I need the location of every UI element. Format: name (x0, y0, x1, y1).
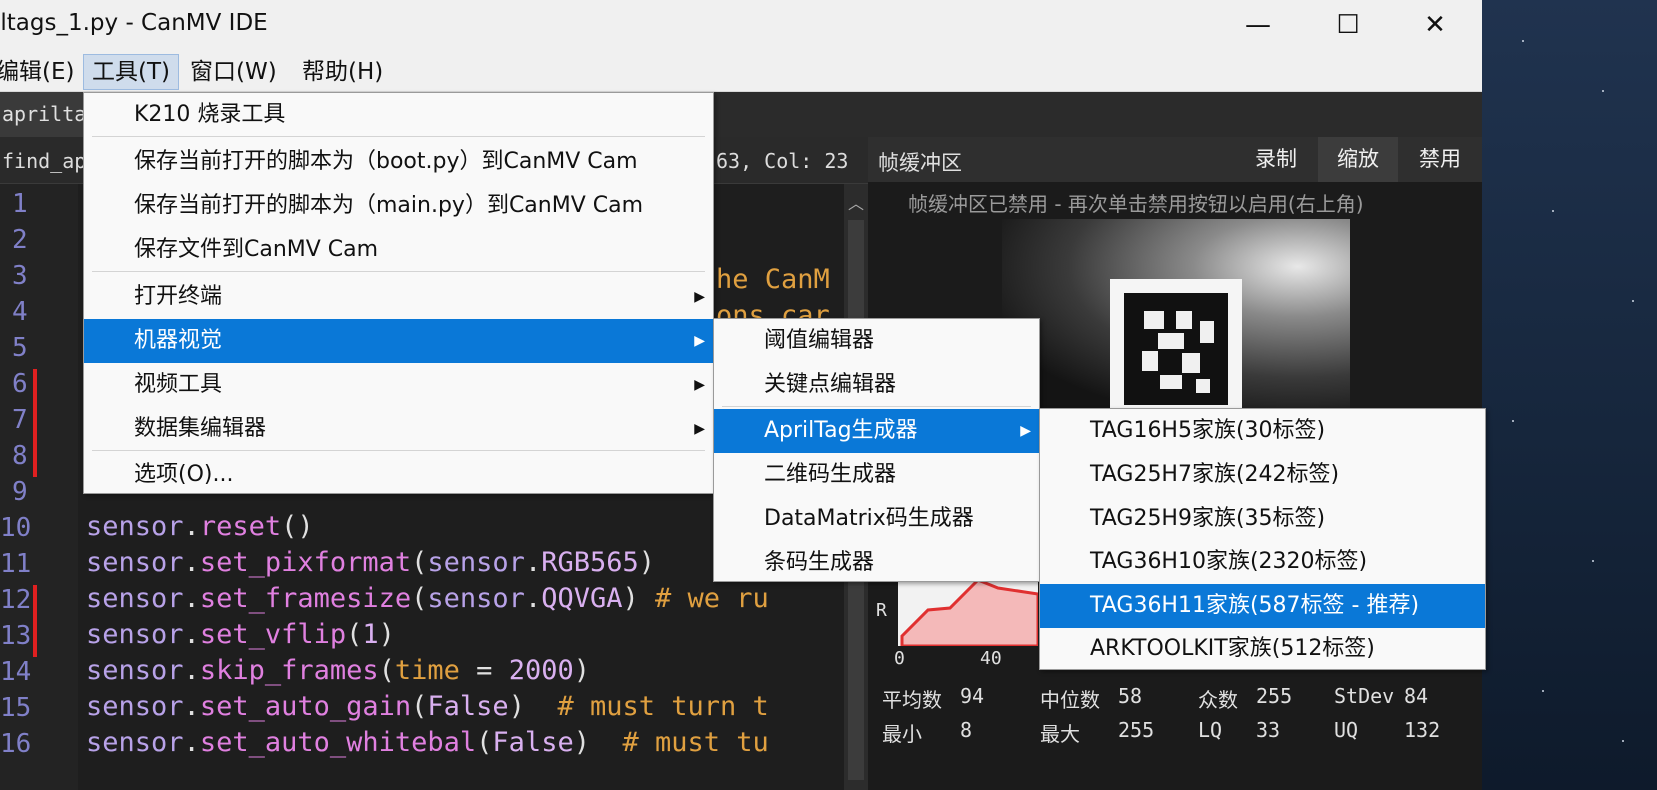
line-number: 8 (12, 441, 28, 471)
stat-max-label: 最大 (1040, 722, 1080, 746)
framebuffer-header: 帧缓冲区 录制 缩放 禁用 (868, 137, 1482, 182)
stat-min-value: 8 (960, 718, 973, 742)
code-fragment: he CanM (716, 264, 830, 295)
menu-item-keypoints-editor[interactable]: 关键点编辑器 (714, 363, 1039, 407)
line-number: 15 (0, 693, 32, 723)
record-button[interactable]: 录制 (1240, 137, 1312, 182)
tab-apriltags[interactable]: apriltag (0, 92, 86, 137)
window-title: iltags_1.py - CanMV IDE (0, 10, 268, 36)
code-line[interactable]: sensor.set_vflip(1) (86, 619, 395, 650)
menu-item-save-main[interactable]: 保存当前打开的脚本为（main.py）到CanMV Cam (84, 184, 713, 228)
stat-mean-label: 平均数 (882, 688, 942, 712)
scroll-up-icon[interactable]: ︿ (848, 190, 864, 214)
menu-item-qrcode-generator[interactable]: 二维码生成器 (714, 453, 1039, 497)
histogram-axis-tick: 40 (980, 648, 1002, 669)
stat-lq-value: 33 (1256, 718, 1281, 742)
line-number: 2 (12, 225, 28, 255)
submenu-arrow-icon: ▶ (694, 333, 705, 349)
close-button[interactable]: ✕ (1390, 0, 1480, 50)
menu-item-tag36h11[interactable]: TAG36H11家族(587标签 - 推荐) (1040, 584, 1485, 628)
histogram-axis-tick: 0 (894, 648, 905, 669)
menu-item-video-tools[interactable]: 视频工具 ▶ (84, 363, 713, 407)
title-bar: iltags_1.py - CanMV IDE ✕ ☐ — (0, 0, 1482, 50)
submenu-arrow-icon: ▶ (694, 421, 705, 437)
menu-item-dataset-editor[interactable]: 数据集编辑器 ▶ (84, 407, 713, 451)
line-number: 6 (12, 369, 28, 399)
tools-menu: K210 烧录工具 保存当前打开的脚本为（boot.py）到CanMV Cam … (83, 92, 714, 494)
code-line[interactable]: sensor.set_pixformat(sensor.RGB565) (86, 547, 655, 578)
line-number: 11 (0, 549, 32, 579)
code-line[interactable]: sensor.skip_frames(time = 2000) (86, 655, 590, 686)
stat-lq-label: LQ (1198, 718, 1223, 742)
cursor-position: 63, Col: 23 (716, 149, 849, 173)
stat-median-value: 58 (1118, 684, 1143, 708)
stat-max-value: 255 (1118, 718, 1155, 742)
maximize-icon: ☐ (1336, 10, 1360, 40)
submenu-arrow-icon: ▶ (694, 289, 705, 305)
line-number: 14 (0, 657, 32, 687)
stat-uq-label: UQ (1334, 718, 1359, 742)
close-icon: ✕ (1424, 10, 1446, 40)
menu-tools[interactable]: 工具(T) (83, 54, 179, 90)
line-number: 9 (12, 477, 28, 507)
menu-edit[interactable]: 编辑(E) (0, 54, 82, 90)
stat-mean-value: 94 (960, 684, 985, 708)
desktop-background (1482, 0, 1657, 790)
line-number: 3 (12, 261, 28, 291)
camera-frame-image (1002, 219, 1350, 419)
apriltag-image (1110, 279, 1242, 419)
menu-bar: 编辑(E) 工具(T) 窗口(W) 帮助(H) (0, 50, 1482, 92)
stat-min-label: 最小 (882, 722, 922, 746)
menu-item-datamatrix-generator[interactable]: DataMatrix码生成器 (714, 497, 1039, 541)
menu-window[interactable]: 窗口(W) (182, 54, 285, 90)
menu-item-tag16h5[interactable]: TAG16H5家族(30标签) (1040, 409, 1485, 453)
menu-item-threshold-editor[interactable]: 阈值编辑器 (714, 319, 1039, 363)
apriltag-family-menu: TAG16H5家族(30标签) TAG25H7家族(242标签) TAG25H9… (1039, 408, 1486, 670)
line-number: 7 (12, 405, 28, 435)
disable-button[interactable]: 禁用 (1404, 137, 1476, 182)
submenu-arrow-icon: ▶ (694, 377, 705, 393)
menu-item-open-terminal[interactable]: 打开终端 ▶ (84, 275, 713, 319)
code-line[interactable]: sensor.set_auto_whitebal(False) # must t… (86, 727, 769, 758)
code-line[interactable]: sensor.reset() (86, 511, 314, 542)
menu-item-options[interactable]: 选项(O)... (84, 453, 713, 497)
modified-line-marker (33, 585, 37, 657)
line-number: 10 (0, 513, 32, 543)
zoom-button[interactable]: 缩放 (1318, 137, 1398, 182)
code-line[interactable]: sensor.set_framesize(sensor.QQVGA) # we … (86, 583, 769, 614)
line-number: 16 (0, 729, 32, 759)
histogram-channel-label: R (876, 600, 887, 621)
minimize-button[interactable]: — (1213, 0, 1303, 50)
menu-item-save-boot[interactable]: 保存当前打开的脚本为（boot.py）到CanMV Cam (84, 140, 713, 184)
menu-item-k210-flash[interactable]: K210 烧录工具 (84, 93, 713, 137)
stat-mode-value: 255 (1256, 684, 1293, 708)
stat-median-label: 中位数 (1040, 688, 1100, 712)
stat-stdev-value: 84 (1404, 684, 1429, 708)
line-gutter: 1 2 3 4 5 6 7 8 9 10 11 12 13 14 15 16 (0, 184, 78, 790)
stat-uq-value: 132 (1404, 718, 1441, 742)
line-number: 5 (12, 333, 28, 363)
machine-vision-menu: 阈值编辑器 关键点编辑器 AprilTag生成器 ▶ 二维码生成器 DataMat… (713, 318, 1040, 582)
menu-item-apriltag-generator[interactable]: AprilTag生成器 ▶ (714, 409, 1039, 453)
menu-item-tag25h7[interactable]: TAG25H7家族(242标签) (1040, 453, 1485, 497)
menu-item-arktoolkit[interactable]: ARKTOOLKIT家族(512标签) (1040, 627, 1485, 671)
stat-mode-label: 众数 (1198, 688, 1238, 712)
framebuffer-title: 帧缓冲区 (878, 151, 962, 175)
menu-item-tag25h9[interactable]: TAG25H9家族(35标签) (1040, 497, 1485, 541)
menu-item-tag36h10[interactable]: TAG36H10家族(2320标签) (1040, 540, 1485, 584)
menu-item-barcode-generator[interactable]: 条码生成器 (714, 541, 1039, 585)
stat-stdev-label: StDev (1334, 684, 1395, 708)
modified-line-marker (33, 369, 37, 477)
line-number: 4 (12, 297, 28, 327)
line-number: 1 (12, 189, 28, 219)
code-line[interactable]: sensor.set_auto_gain(False) # must turn … (86, 691, 769, 722)
framebuffer-message: 帧缓冲区已禁用 - 再次单击禁用按钮以启用(右上角) (908, 192, 1364, 216)
maximize-button[interactable]: ☐ (1303, 0, 1393, 50)
submenu-arrow-icon: ▶ (1020, 423, 1031, 439)
menu-help[interactable]: 帮助(H) (294, 54, 391, 90)
menu-item-save-file[interactable]: 保存文件到CanMV Cam (84, 228, 713, 272)
menu-item-machine-vision[interactable]: 机器视觉 ▶ (84, 319, 713, 363)
minimize-icon: — (1245, 10, 1271, 40)
